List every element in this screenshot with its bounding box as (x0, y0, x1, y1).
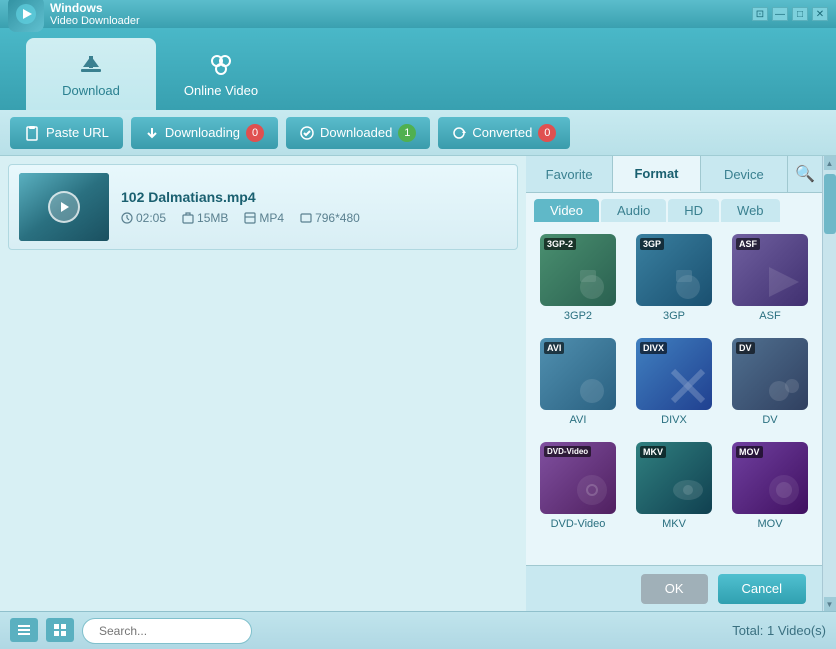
format-item-mkv[interactable]: MKV MKV (630, 438, 718, 534)
tab-format[interactable]: Format (613, 156, 700, 192)
tab-download-label: Download (62, 83, 120, 98)
ok-button[interactable]: OK (641, 574, 708, 604)
action-bar: OK Cancel (526, 565, 822, 611)
format-item-divx[interactable]: DIVX DIVX (630, 334, 718, 430)
converted-button[interactable]: Converted 0 (438, 117, 570, 149)
cancel-button[interactable]: Cancel (718, 574, 806, 604)
app-name: Windows Video Downloader (50, 1, 140, 27)
video-title: 102 Dalmatians.mp4 (121, 189, 360, 205)
sub-tab-hd[interactable]: HD (668, 199, 719, 222)
sub-tab-audio[interactable]: Audio (601, 199, 666, 222)
video-item[interactable]: 102 Dalmatians.mp4 02:05 (8, 164, 518, 250)
sub-tab-web[interactable]: Web (721, 199, 780, 222)
format-tabs: Favorite Format Device 🔍 (526, 156, 822, 193)
downloading-count: 0 (246, 124, 264, 142)
format-name-avi: AVI (570, 414, 587, 426)
format-panel: Favorite Format Device 🔍 Video Audio (526, 156, 836, 611)
format-item-asf[interactable]: ASF ASF (726, 230, 814, 326)
app-logo (8, 0, 44, 32)
format-name-dv: DV (762, 414, 777, 426)
video-thumbnail (19, 173, 109, 241)
header: Download Online Video (0, 28, 836, 110)
converted-count: 0 (538, 124, 556, 142)
format-panel-inner: Favorite Format Device 🔍 Video Audio (526, 156, 822, 611)
main-content: 102 Dalmatians.mp4 02:05 (0, 156, 836, 611)
format-name-mov: MOV (757, 518, 782, 530)
format-name-mkv: MKV (662, 518, 686, 530)
format-item-3gp[interactable]: 3GP 3GP (630, 230, 718, 326)
title-bar-brand: Windows Video Downloader (8, 0, 140, 32)
header-brand (10, 102, 26, 110)
search-icon[interactable]: 🔍 (788, 156, 822, 192)
maximize-icon[interactable]: □ (792, 7, 808, 21)
play-icon (48, 191, 80, 223)
video-resolution: 796*480 (300, 211, 360, 225)
scrollbar-thumb[interactable] (824, 174, 836, 234)
format-grid: 3GP-2 3GP2 3GP (534, 230, 814, 534)
downloaded-count: 1 (398, 124, 416, 142)
title-bar: Windows Video Downloader ⊡ — □ ✕ (0, 0, 836, 28)
scroll-down-arrow[interactable]: ▼ (824, 597, 836, 611)
scroll-up-arrow[interactable]: ▲ (824, 156, 836, 170)
tab-online-video-label: Online Video (184, 83, 258, 98)
paste-url-button[interactable]: Paste URL (10, 117, 123, 149)
format-item-mov[interactable]: MOV MOV (726, 438, 814, 534)
tab-online-video[interactable]: Online Video (156, 38, 286, 110)
format-name-asf: ASF (759, 310, 780, 322)
paste-url-label: Paste URL (46, 125, 109, 140)
minimize-icon[interactable]: ⊡ (752, 7, 768, 21)
format-grid-container: 3GP-2 3GP2 3GP (526, 222, 822, 565)
downloading-button[interactable]: Downloading 0 (131, 117, 278, 149)
format-name-3gp2: 3GP2 (564, 310, 592, 322)
status-bar-left (10, 618, 252, 644)
search-box[interactable] (82, 618, 252, 644)
sub-tab-video[interactable]: Video (534, 199, 599, 222)
downloaded-label: Downloaded (320, 125, 392, 140)
sub-tabs: Video Audio HD Web (526, 193, 822, 222)
format-name-3gp: 3GP (663, 310, 685, 322)
grid-view-button[interactable] (46, 618, 74, 642)
downloading-label: Downloading (165, 125, 240, 140)
format-name-dvd: DVD-Video (551, 518, 606, 530)
toolbar: Paste URL Downloading 0 Downloaded 1 Con… (0, 110, 836, 156)
status-bar: Total: 1 Video(s) (0, 611, 836, 649)
downloaded-button[interactable]: Downloaded 1 (286, 117, 430, 149)
total-count: Total: 1 Video(s) (732, 623, 826, 638)
video-info: 102 Dalmatians.mp4 02:05 (121, 189, 360, 225)
title-bar-controls[interactable]: ⊡ — □ ✕ (752, 7, 828, 21)
list-view-button[interactable] (10, 618, 38, 642)
format-item-dv[interactable]: DV DV (726, 334, 814, 430)
video-format: MP4 (244, 211, 284, 225)
video-size: 15MB (182, 211, 228, 225)
tab-download[interactable]: Download (26, 38, 156, 110)
format-name-divx: DIVX (661, 414, 687, 426)
close-icon[interactable]: ✕ (812, 7, 828, 21)
format-item-dvd[interactable]: DVD-Video DVD-Video (534, 438, 622, 534)
video-list: 102 Dalmatians.mp4 02:05 (0, 156, 526, 611)
search-input[interactable] (99, 624, 254, 638)
format-item-avi[interactable]: AVI AVI (534, 334, 622, 430)
scrollbar[interactable]: ▲ ▼ (822, 156, 836, 611)
video-duration: 02:05 (121, 211, 166, 225)
tab-device[interactable]: Device (701, 156, 788, 192)
tab-favorite[interactable]: Favorite (526, 156, 613, 192)
converted-label: Converted (472, 125, 532, 140)
restore-icon[interactable]: — (772, 7, 788, 21)
format-item-3gp2[interactable]: 3GP-2 3GP2 (534, 230, 622, 326)
video-meta: 02:05 15MB MP4 (121, 211, 360, 225)
